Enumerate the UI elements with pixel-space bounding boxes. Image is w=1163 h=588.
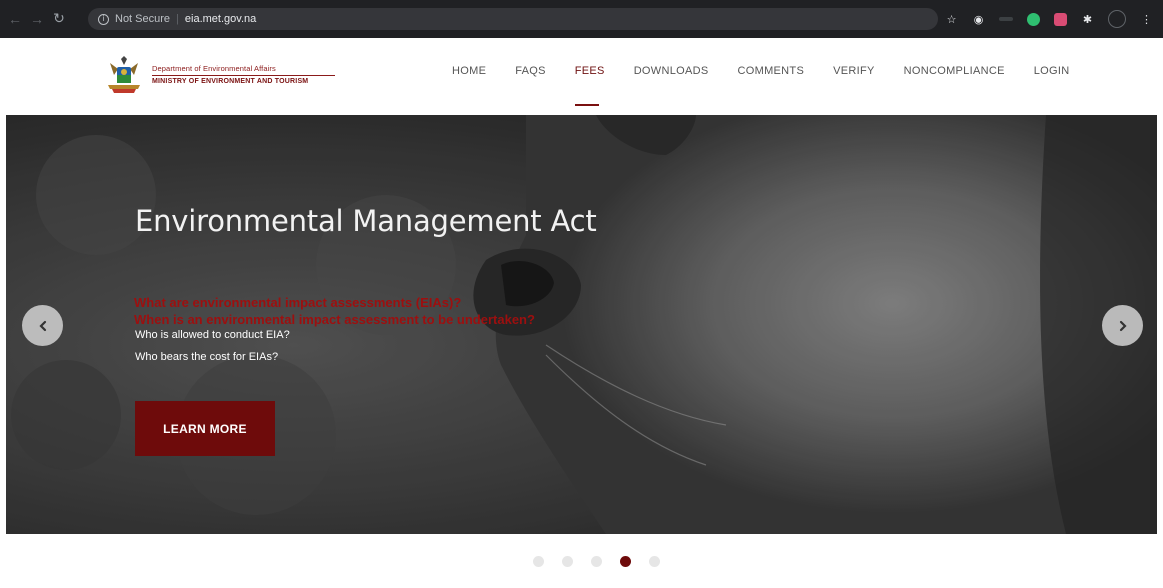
address-bar[interactable]: i Not Secure | eia.met.gov.na [88,8,938,30]
active-nav-indicator [575,104,599,106]
security-label: Not Secure [115,13,171,25]
extension-icon-green[interactable] [1027,12,1040,26]
extension-icon-pink[interactable] [1054,12,1067,26]
coat-of-arms-logo[interactable] [104,55,144,97]
back-icon[interactable]: ← [4,11,26,27]
browser-toolbar: ← → ↻ i Not Secure | eia.met.gov.na ☆ ◉ … [0,0,1163,38]
nav-item-downloads[interactable]: DOWNLOADS [634,65,709,77]
brand-block[interactable]: Department of Environmental Affairs MINI… [152,64,335,85]
carousel-next-button[interactable] [1102,305,1143,346]
carousel-indicators [533,556,660,567]
nav-item-verify[interactable]: VERIFY [833,65,875,77]
carousel-dot[interactable] [649,556,660,567]
hero-question-when[interactable]: When is an environmental impact assessme… [134,312,535,327]
hero-question-who-conducts[interactable]: Who is allowed to conduct EIA? [135,329,290,341]
site-header: Department of Environmental Affairs MINI… [0,38,1163,115]
carousel-dot[interactable] [591,556,602,567]
extension-icon-1[interactable]: ◉ [972,13,985,26]
profile-avatar[interactable] [1108,10,1126,28]
learn-more-button[interactable]: LEARN MORE [135,401,275,456]
department-name: Department of Environmental Affairs [152,64,276,73]
star-icon[interactable]: ☆ [945,13,958,26]
reload-icon[interactable]: ↻ [48,11,70,27]
forward-icon[interactable]: → [26,11,48,27]
hero-slider: Environmental Management Act What are en… [6,115,1157,534]
hero-question-who-pays[interactable]: Who bears the cost for EIAs? [135,351,278,363]
nav-item-home[interactable]: HOME [452,65,486,77]
hero-title: Environmental Management Act [135,204,597,238]
nav-item-noncompliance[interactable]: NONCOMPLIANCE [904,65,1005,77]
chevron-left-icon [38,320,46,331]
address-separator: | [176,13,179,25]
extension-icon-2[interactable] [999,17,1013,21]
carousel-dot[interactable] [533,556,544,567]
nav-item-comments[interactable]: COMMENTS [738,65,805,77]
main-navigation: HOME FAQS FEES DOWNLOADS COMMENTS VERIFY… [452,65,1098,77]
ministry-name: MINISTRY OF ENVIRONMENT AND TOURISM [152,78,309,85]
nav-item-fees[interactable]: FEES [575,65,605,77]
carousel-dot[interactable] [562,556,573,567]
nav-item-login[interactable]: LOGIN [1034,65,1070,77]
menu-kebab-icon[interactable]: ⋮ [1140,13,1153,26]
carousel-prev-button[interactable] [22,305,63,346]
carousel-dot-active[interactable] [620,556,631,567]
nav-item-faqs[interactable]: FAQS [515,65,546,77]
info-icon[interactable]: i [98,13,109,25]
chevron-right-icon [1119,320,1127,331]
url-text: eia.met.gov.na [184,13,257,25]
brand-divider [152,75,335,76]
hero-question-eias[interactable]: What are environmental impact assessment… [134,295,461,310]
extensions-area: ☆ ◉ ✱ ⋮ [945,10,1153,28]
puzzle-icon[interactable]: ✱ [1081,13,1094,26]
